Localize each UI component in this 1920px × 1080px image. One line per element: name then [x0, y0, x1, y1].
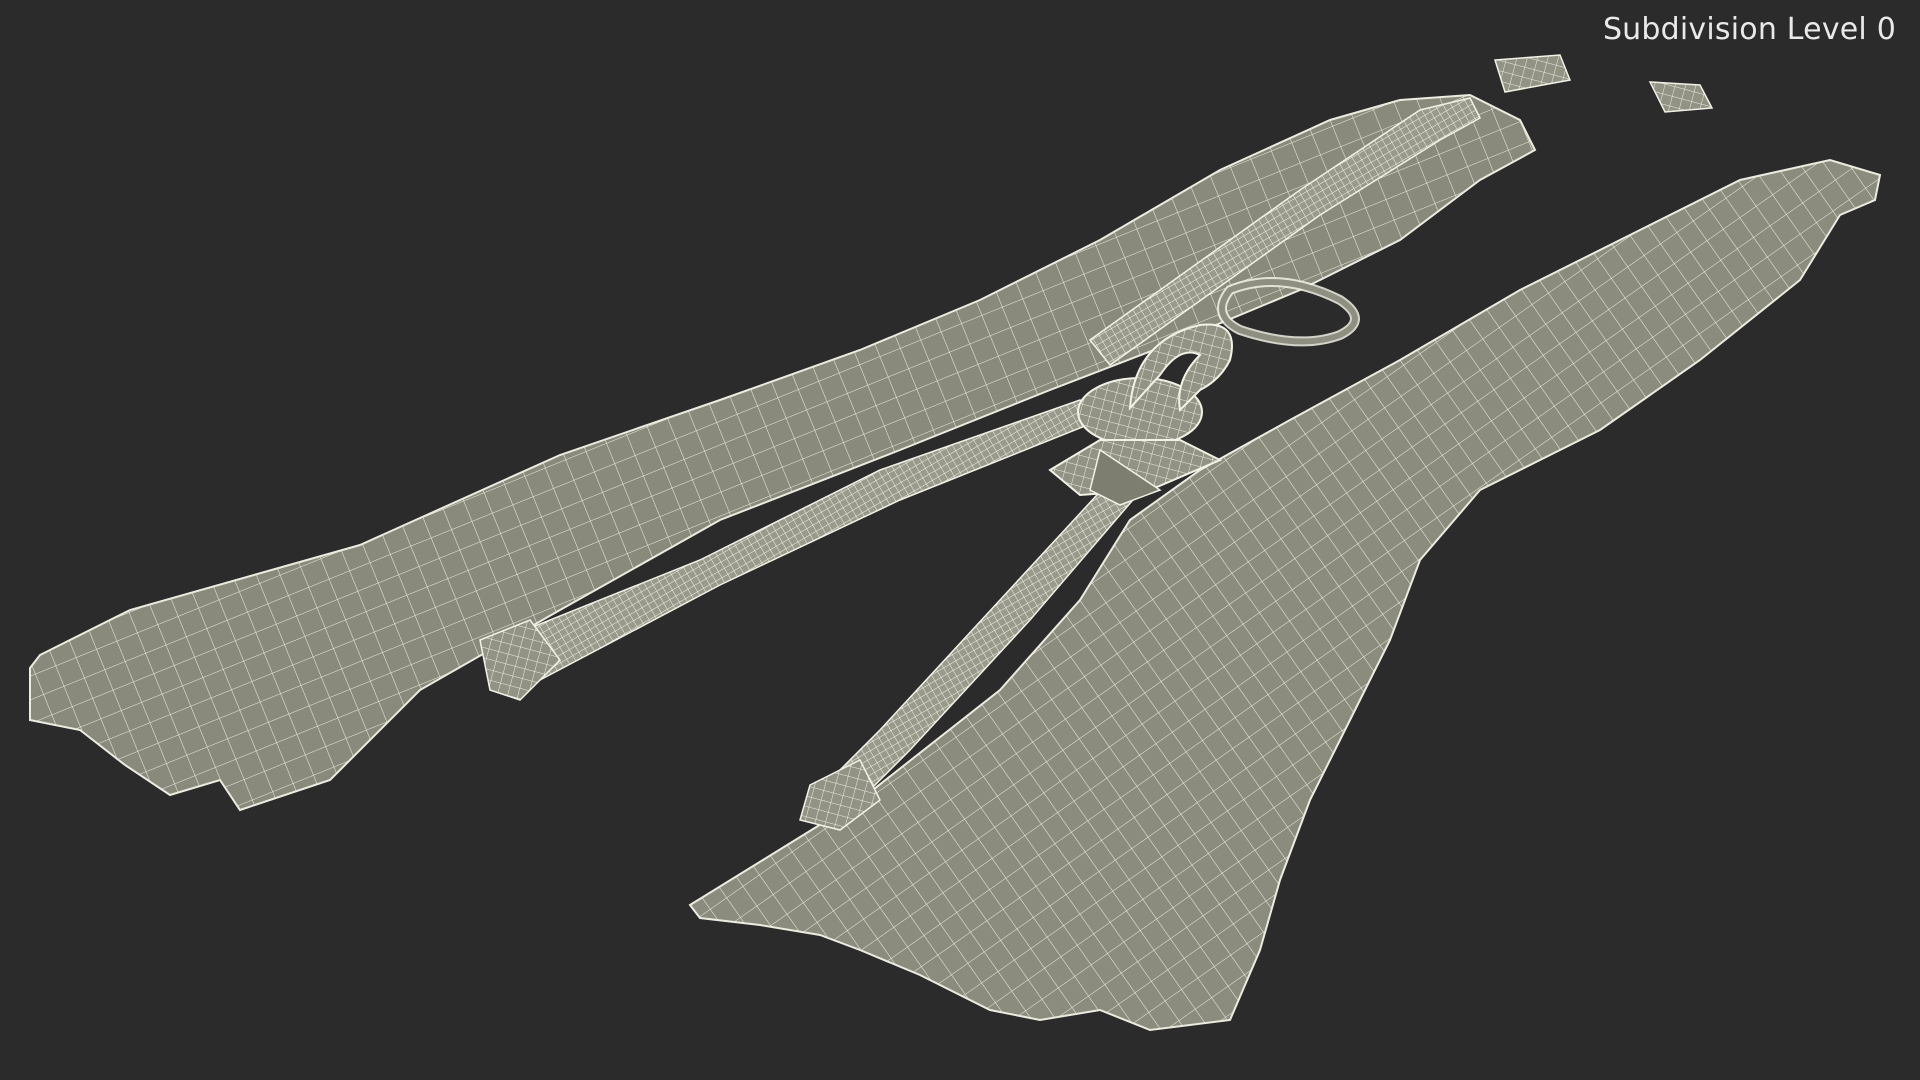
subdivision-level-label: Subdivision Level 0 [1602, 12, 1896, 47]
top-stop [1494, 54, 1714, 113]
render-viewport: Subdivision Level 0 [0, 0, 1920, 1080]
zipper-wireframe-render [29, 54, 1882, 1032]
